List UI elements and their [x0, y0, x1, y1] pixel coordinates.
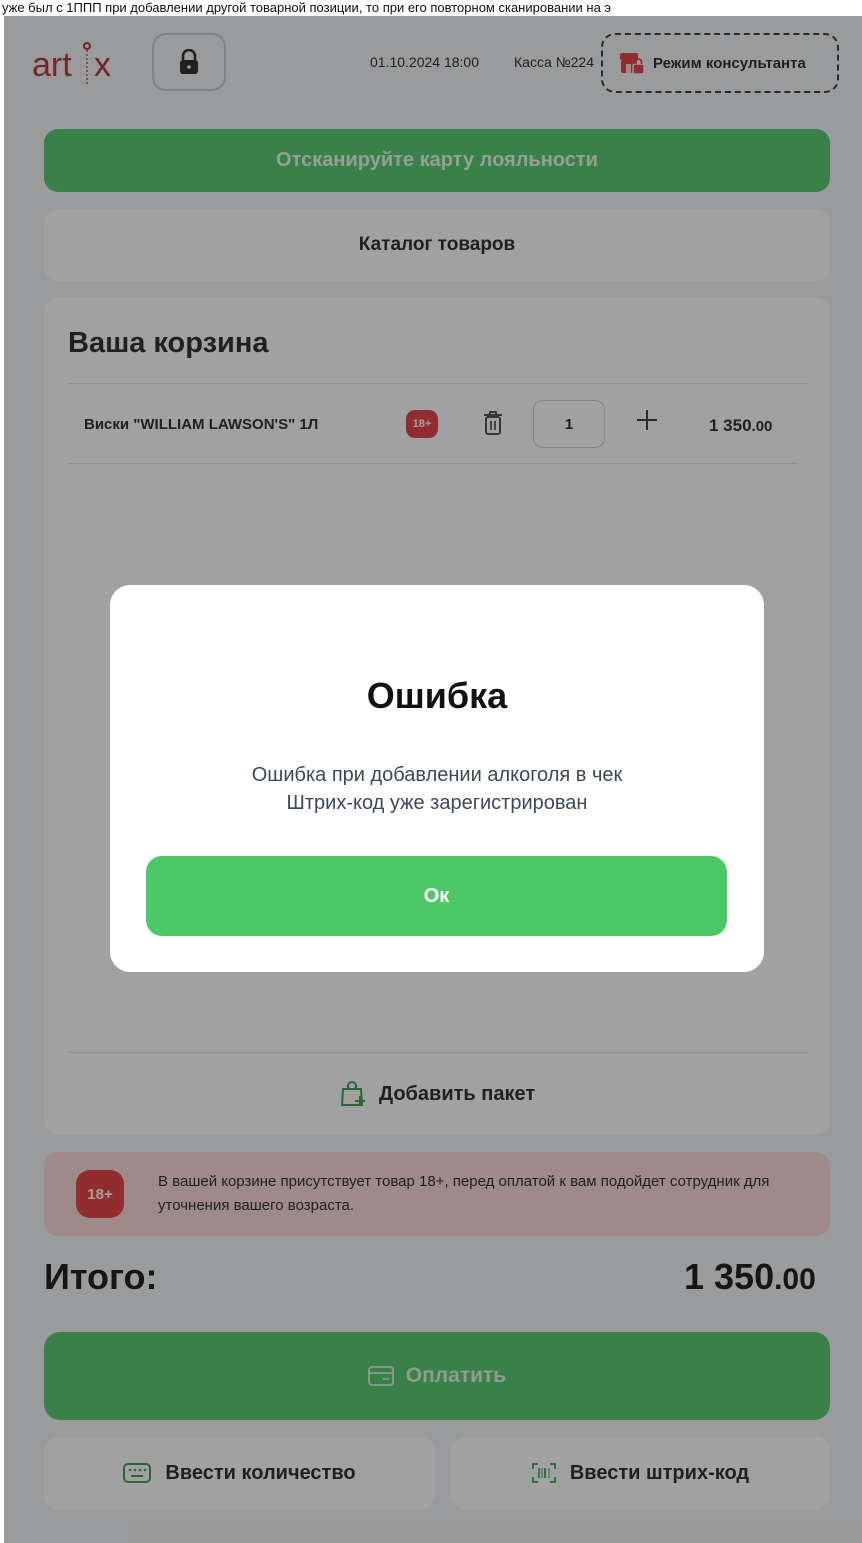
- dialog-title: Ошибка: [366, 675, 508, 716]
- ok-button[interactable]: Ок: [146, 856, 727, 936]
- dialog-message-line-2: Штрих-код уже зарегистрирован: [286, 792, 588, 814]
- dialog-message-line-1: Ошибка при добавлении алкоголя в чек: [251, 764, 623, 786]
- caption-strip: уже был с 1ППП при добавлении другой тов…: [0, 0, 862, 16]
- dialog-message: Ошибка при добавлении алкоголя в чек Штр…: [110, 761, 764, 817]
- kiosk-app: art x 01.10.2024 18:00 Касса №224 Режим …: [4, 16, 862, 1543]
- error-dialog: Ошибка Ошибка при добавлении алкоголя в …: [110, 585, 764, 972]
